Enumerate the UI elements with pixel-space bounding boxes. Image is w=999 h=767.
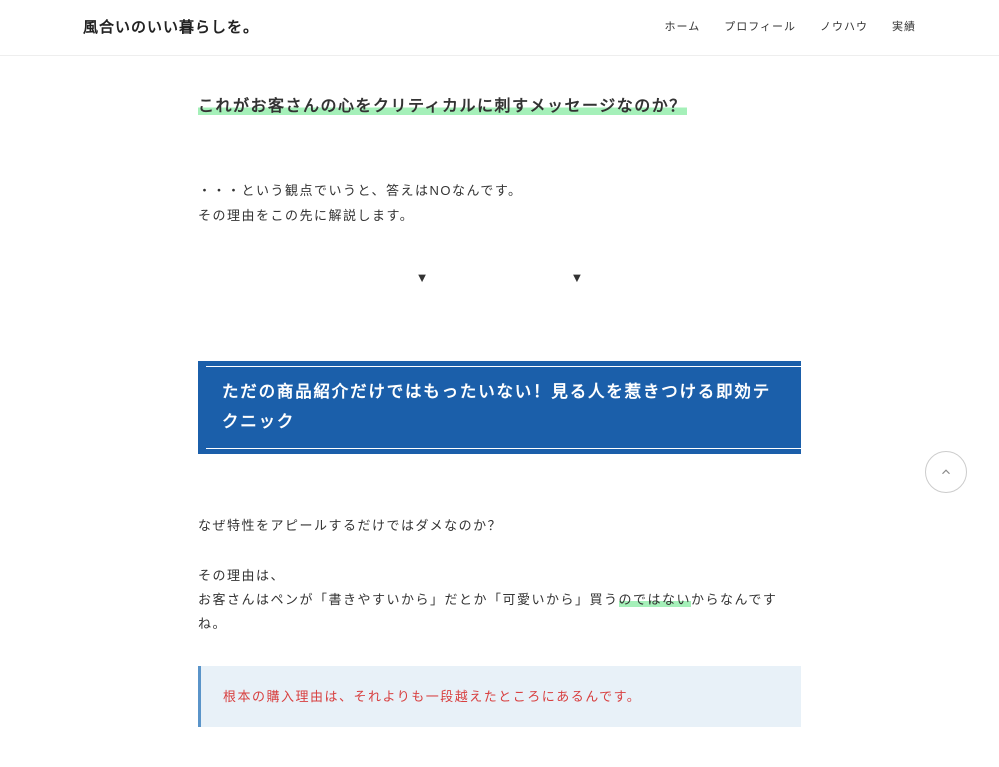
nav-home[interactable]: ホーム (665, 18, 701, 38)
section-banner: ただの商品紹介だけではもったいない！見る人を惹きつける即効テクニック (198, 361, 801, 454)
section-banner-text: ただの商品紹介だけではもったいない！見る人を惹きつける即効テクニック (222, 378, 785, 437)
question-text: なぜ特性をアピールするだけではダメなのか？ (198, 514, 801, 538)
callout-box: 根本の購入理由は、それよりも一段越えたところにあるんです。 (198, 666, 801, 727)
chevron-up-icon (939, 465, 953, 479)
paragraph-1: ・・・という観点でいうと、答えはNOなんです。 (198, 179, 801, 203)
reason-text-underlined: のではない (619, 592, 692, 607)
heading-green-block: これがお客さんの心をクリティカルに刺すメッセージなのか？ (198, 93, 801, 122)
paragraph-block-1: ・・・という観点でいうと、答えはNOなんです。 その理由をこの先に解説します。 (198, 179, 801, 227)
site-header: 風合いのいい暮らしを。 ホーム プロフィール ノウハウ 実績 (0, 0, 999, 56)
scroll-top-button[interactable] (925, 451, 967, 493)
divider-triangles: ▼ ▼ (198, 266, 801, 289)
nav-knowhow[interactable]: ノウハウ (820, 18, 868, 38)
main-nav: ホーム プロフィール ノウハウ 実績 (665, 18, 916, 38)
reason-line: お客さんはペンが「書きやすいから」だとか「可愛いから」買うのではないからなんです… (198, 588, 801, 636)
nav-results[interactable]: 実績 (892, 18, 916, 38)
nav-profile[interactable]: プロフィール (724, 18, 796, 38)
paragraph-2: その理由をこの先に解説します。 (198, 204, 801, 228)
triangle-down-icon: ▼ (416, 266, 429, 289)
site-title[interactable]: 風合いのいい暮らしを。 (83, 14, 259, 41)
reason-intro-text: その理由は、 (198, 564, 801, 588)
reason-text-before: お客さんはペンが「書きやすいから」だとか「可愛いから」買う (198, 592, 619, 607)
triangle-down-icon: ▼ (571, 266, 584, 289)
callout-text: 根本の購入理由は、それよりも一段越えたところにあるんです。 (223, 689, 641, 704)
article-content: これらのアピールはあくまで、モノの特性を紹介してるだけなんですよね。 これがお客… (198, 0, 801, 767)
section-body: なぜ特性をアピールするだけではダメなのか？ その理由は、 お客さんはペンが「書き… (198, 514, 801, 635)
heading-green: これがお客さんの心をクリティカルに刺すメッセージなのか？ (198, 98, 687, 115)
